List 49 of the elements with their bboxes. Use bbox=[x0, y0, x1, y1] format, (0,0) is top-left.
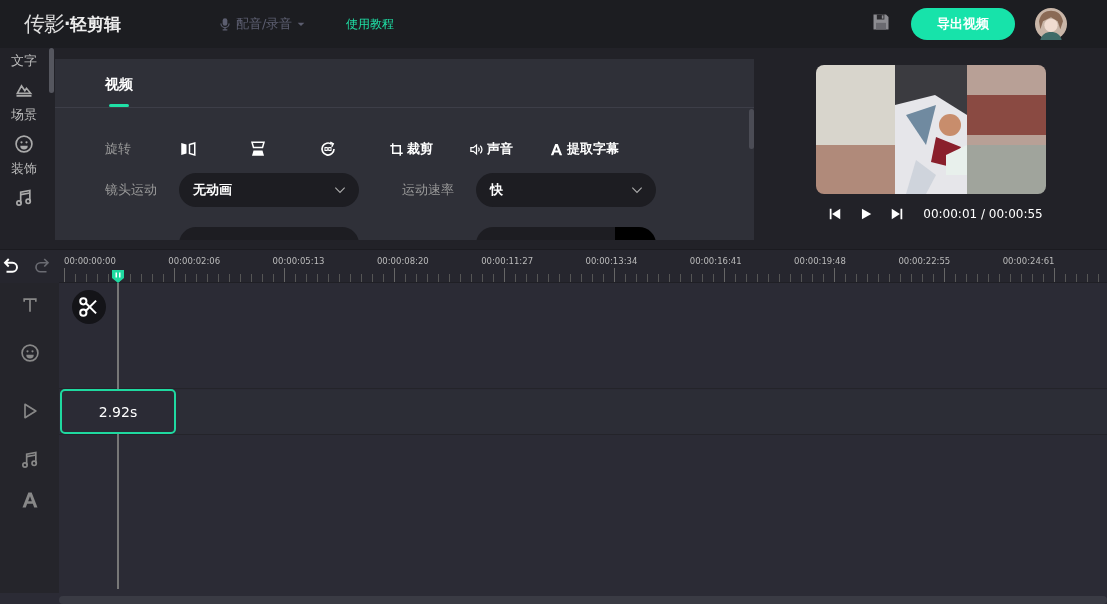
logo-text: 传影 bbox=[24, 11, 64, 38]
music-note-icon[interactable] bbox=[19, 450, 40, 470]
skip-forward-icon[interactable] bbox=[890, 207, 905, 221]
timestamp: 00:00:19:48 bbox=[794, 256, 847, 266]
flip-vertical-icon[interactable] bbox=[249, 140, 267, 158]
timestamp: 00:00:13:34 bbox=[585, 256, 639, 266]
avatar[interactable] bbox=[1035, 8, 1067, 40]
playback-time: 00:00:01 / 00:00:55 bbox=[923, 207, 1043, 221]
timestamp: 00:00:02:06 bbox=[168, 256, 222, 266]
sidebar-item[interactable]: 装饰 bbox=[11, 160, 37, 178]
timestamp: 00:00:05:13 bbox=[272, 256, 326, 266]
microphone-icon bbox=[218, 16, 232, 32]
letter-a-icon[interactable] bbox=[19, 490, 40, 510]
save-icon[interactable] bbox=[871, 12, 891, 32]
rotate-icon[interactable] bbox=[319, 140, 337, 158]
field-label: 旋转 bbox=[105, 140, 132, 158]
scissors-button[interactable] bbox=[72, 290, 106, 324]
timestamp: 00:00:11:27 bbox=[481, 256, 535, 266]
music-note-icon[interactable] bbox=[14, 188, 34, 208]
playhead-handle-icon[interactable] bbox=[111, 269, 125, 283]
sidebar-item[interactable]: 文字 bbox=[11, 52, 37, 70]
crop-icon bbox=[389, 141, 404, 157]
field-label: 运动速率 bbox=[402, 181, 455, 199]
undo-icon[interactable] bbox=[2, 256, 20, 274]
timestamp: 00:00:00:00 bbox=[64, 256, 117, 266]
redo-icon[interactable] bbox=[33, 256, 51, 274]
tool-button[interactable]: 声音 bbox=[469, 140, 513, 158]
product-name: ·轻剪辑 bbox=[64, 12, 122, 36]
timestamp: 00:00:08:20 bbox=[376, 256, 430, 266]
tool-button[interactable]: 裁剪 bbox=[389, 140, 433, 158]
dropdown[interactable]: 无动画 bbox=[179, 173, 359, 207]
field-label: 镜头运动 bbox=[105, 181, 158, 199]
timestamp: 00:00:24:61 bbox=[1002, 256, 1056, 266]
scrollbar[interactable] bbox=[49, 48, 54, 93]
sidebar-item[interactable]: 场景 bbox=[11, 106, 37, 124]
letter-a-icon bbox=[549, 141, 564, 157]
speaker-icon bbox=[469, 141, 484, 157]
tab[interactable]: 视频 bbox=[105, 59, 133, 107]
smiley-icon[interactable] bbox=[14, 134, 34, 154]
video-clip[interactable]: 2.92s bbox=[60, 389, 176, 434]
timestamp: 00:00:16:41 bbox=[689, 256, 743, 266]
tutorial-link[interactable]: 使用教程 bbox=[346, 15, 395, 33]
smiley-icon[interactable] bbox=[19, 343, 40, 363]
tool-button[interactable]: 提取字幕 bbox=[549, 140, 619, 158]
dropdown[interactable]: 快 bbox=[476, 173, 656, 207]
flip-horizontal-icon[interactable] bbox=[179, 140, 197, 158]
skip-back-icon[interactable] bbox=[828, 207, 843, 221]
timestamp: 00:00:22:55 bbox=[898, 256, 952, 266]
scrollbar[interactable] bbox=[749, 109, 754, 149]
